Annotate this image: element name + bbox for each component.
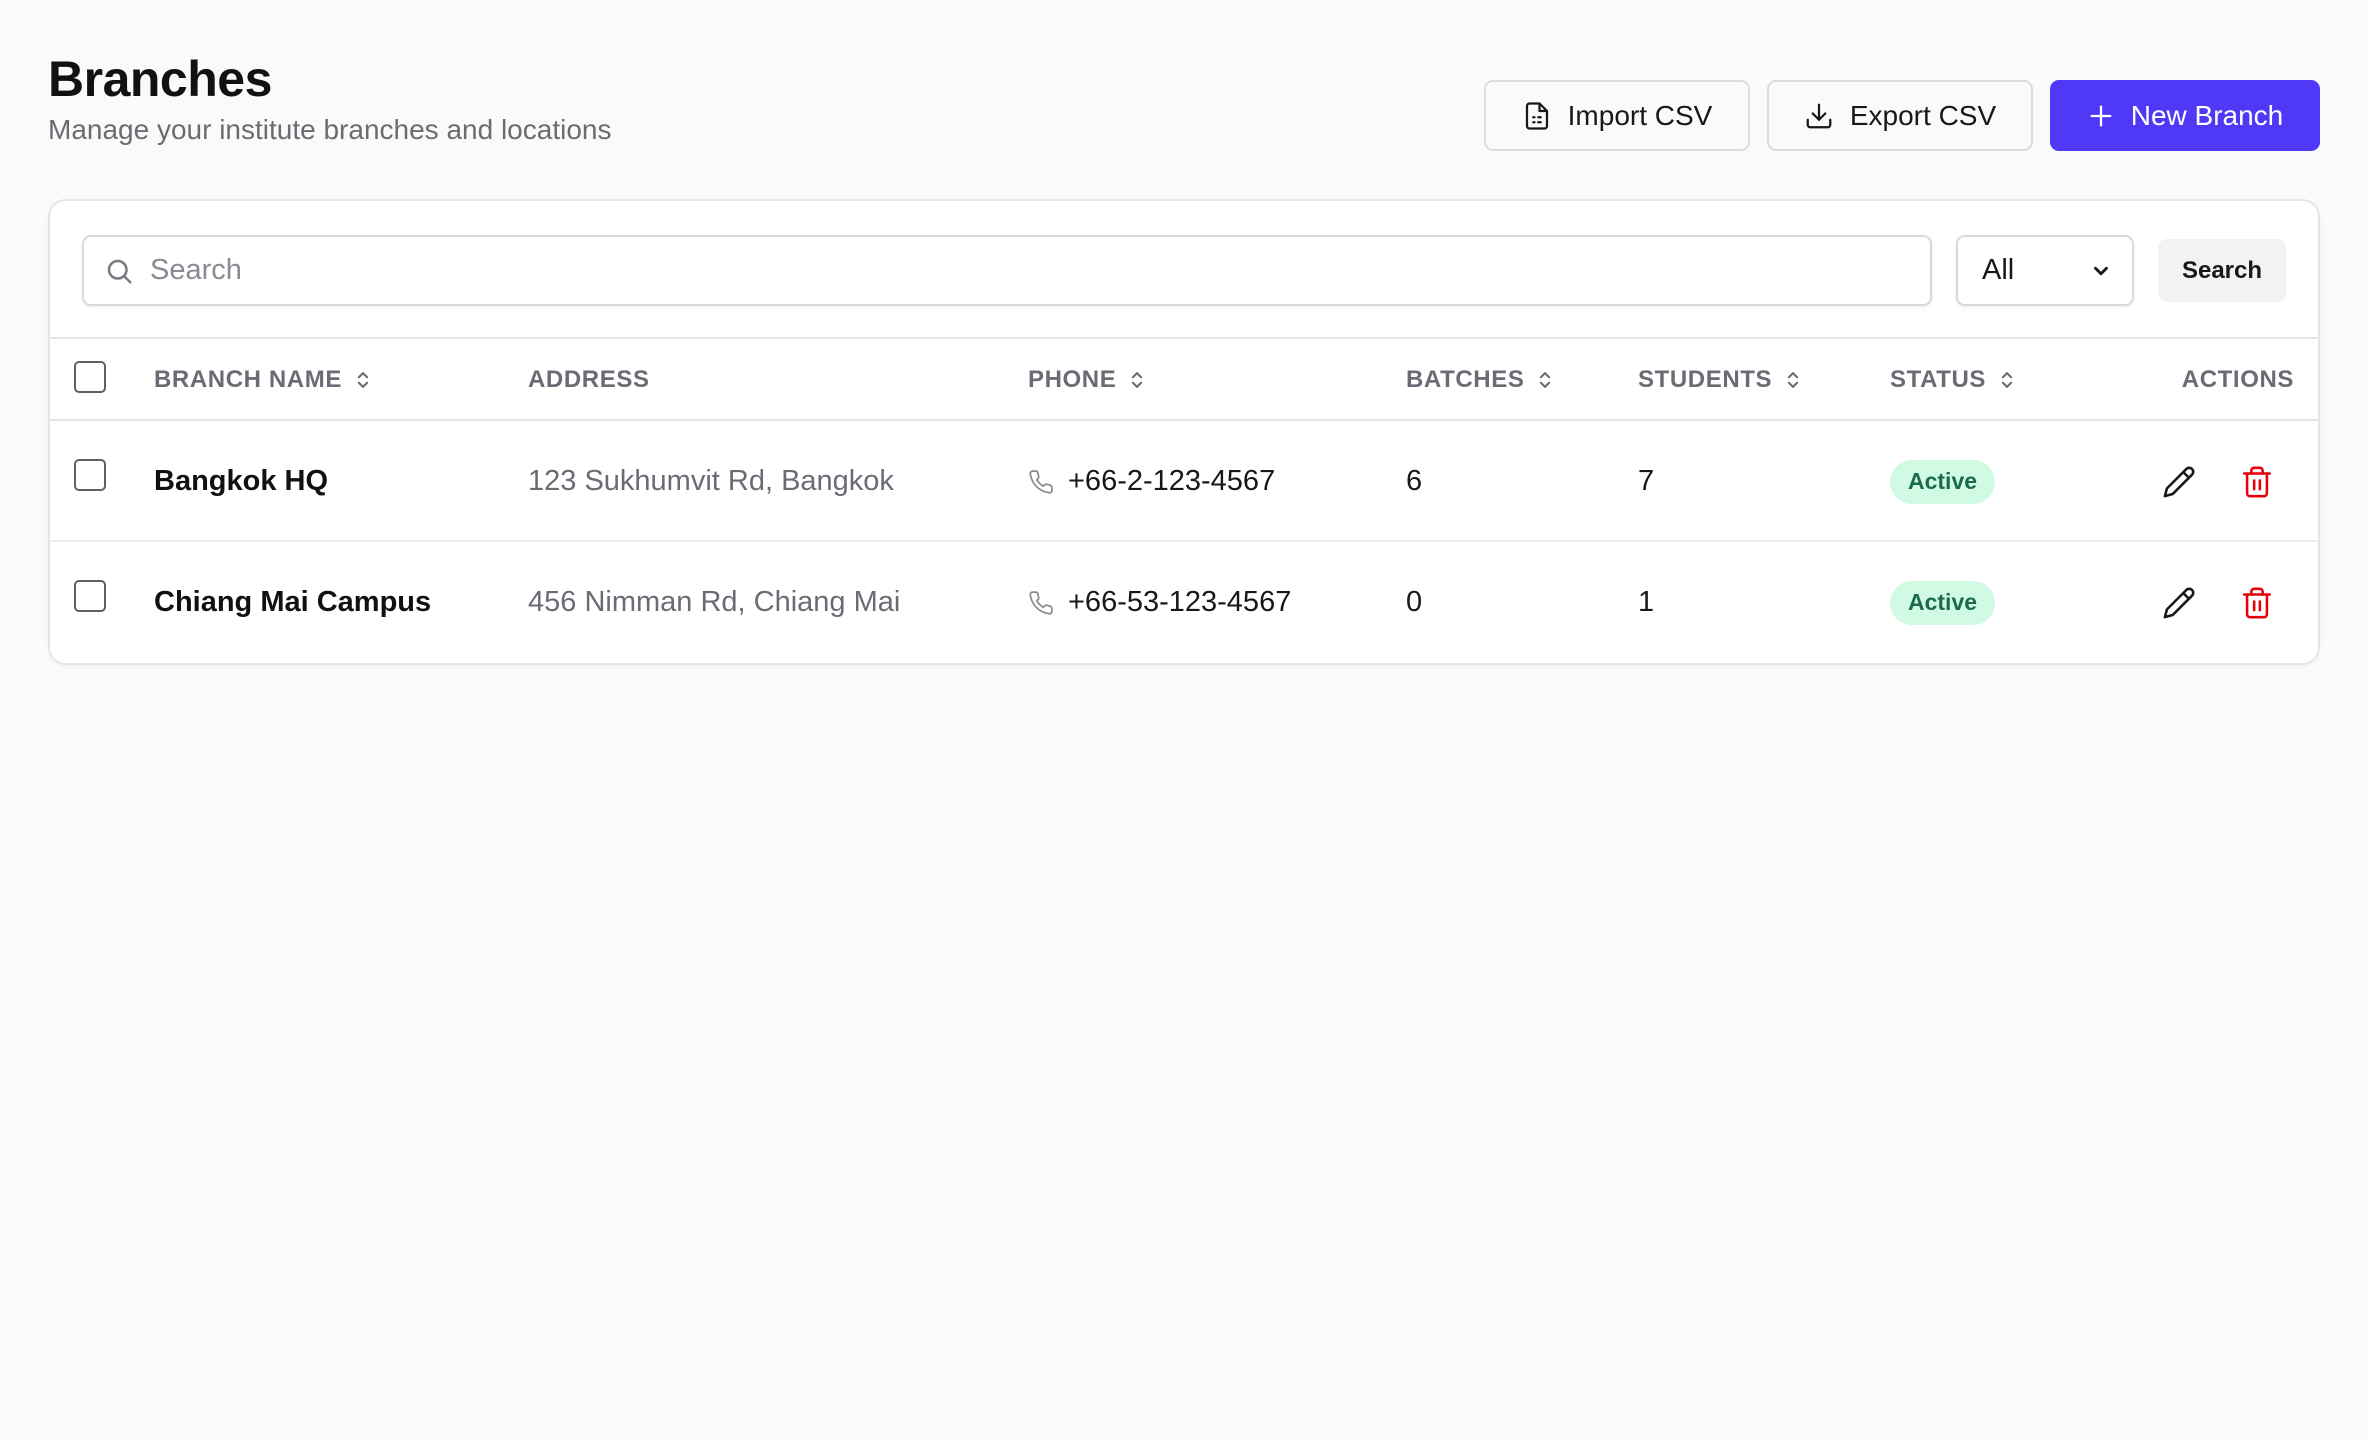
export-csv-button[interactable]: Export CSV [1767,80,2033,151]
new-branch-label: New Branch [2130,99,2284,131]
page-title: Branches [48,51,272,107]
branch-name[interactable]: Chiang Mai Campus [154,542,431,663]
chevron-down-icon [2094,266,2108,275]
branches-page: Branches Manage your institute branches … [0,0,2368,1440]
phone-icon [1029,590,1053,615]
column-label-address: ADDRESS [528,366,650,393]
batches-count: 0 [1406,586,1423,618]
sort-icon [1132,372,1143,388]
table-header: BRANCH NAME ADDRESS PHONE BATCHES STUDEN… [50,339,2318,421]
import-csv-label: Import CSV [1567,99,1713,131]
column-header-status[interactable]: STATUS [1890,339,2016,421]
sort-icon [357,372,369,388]
export-csv-label: Export CSV [1849,99,1997,131]
column-header-branch-name[interactable]: BRANCH NAME [154,339,372,421]
select-all-checkbox[interactable] [74,361,106,393]
branch-phone: +66-53-123-4567 [1028,542,1291,663]
status-filter-value: All [1982,254,2015,286]
search-box[interactable] [82,235,1932,306]
column-header-address: ADDRESS [528,339,650,421]
column-label-students: STUDENTS [1638,366,1773,393]
column-header-actions: ACTIONS [2182,339,2294,421]
download-icon [1806,103,1832,128]
status-badge: Active [1890,459,1996,504]
status-cell: Active [1890,542,1996,663]
branch-address: 456 Nimman Rd, Chiang Mai [528,586,901,618]
table-row: Chiang Mai Campus 456 Nimman Rd, Chiang … [50,542,2318,663]
column-label-status: STATUS [1890,366,1987,393]
row-checkbox[interactable] [74,459,106,491]
new-branch-button[interactable]: New Branch [2050,80,2320,151]
table-row: Bangkok HQ 123 Sukhumvit Rd, Bangkok +66… [50,421,2318,542]
branches-card: All Search BRANCH NAME ADDRESS PHONE [48,199,2320,665]
row-checkbox[interactable] [74,580,106,612]
file-text-icon [1525,101,1548,130]
import-csv-button[interactable]: Import CSV [1484,80,1750,151]
trash-icon[interactable] [2240,465,2274,499]
column-label-branch-name: BRANCH NAME [154,366,342,393]
students-count: 7 [1638,465,1655,497]
column-label-batches: BATCHES [1406,366,1525,393]
plus-icon [2090,105,2112,127]
pencil-icon[interactable] [2162,465,2196,499]
pencil-icon[interactable] [2162,586,2196,620]
search-icon [107,259,132,283]
column-header-batches[interactable]: BATCHES [1406,339,1554,421]
phone-number: +66-53-123-4567 [1068,586,1292,618]
page-subtitle: Manage your institute branches and locat… [48,114,612,145]
status-badge: Active [1890,580,1996,625]
search-button[interactable]: Search [2158,239,2286,302]
sort-icon [2001,372,2013,388]
row-actions [2162,421,2274,542]
column-label-actions: ACTIONS [2181,366,2294,393]
sort-icon [1540,372,1551,388]
phone-icon [1029,469,1053,494]
sort-icon [1787,372,1799,388]
page-header: Branches Manage your institute branches … [48,44,2320,154]
column-header-students[interactable]: STUDENTS [1638,339,1802,421]
table-toolbar: All Search [50,201,2318,339]
batches-count: 6 [1406,465,1423,497]
status-cell: Active [1890,421,1996,542]
header-actions: Import CSV Export CSV New Branch [1484,80,2320,151]
search-input[interactable] [150,254,1850,287]
row-actions [2162,542,2274,663]
trash-icon[interactable] [2240,586,2274,620]
phone-number: +66-2-123-4567 [1068,465,1276,497]
students-count: 1 [1638,586,1655,618]
status-filter-select[interactable]: All [1956,235,2134,306]
branch-name[interactable]: Bangkok HQ [154,421,328,542]
column-label-phone: PHONE [1028,366,1117,393]
column-header-phone[interactable]: PHONE [1028,339,1146,421]
branch-phone: +66-2-123-4567 [1028,421,1275,542]
branch-address: 123 Sukhumvit Rd, Bangkok [528,465,894,497]
